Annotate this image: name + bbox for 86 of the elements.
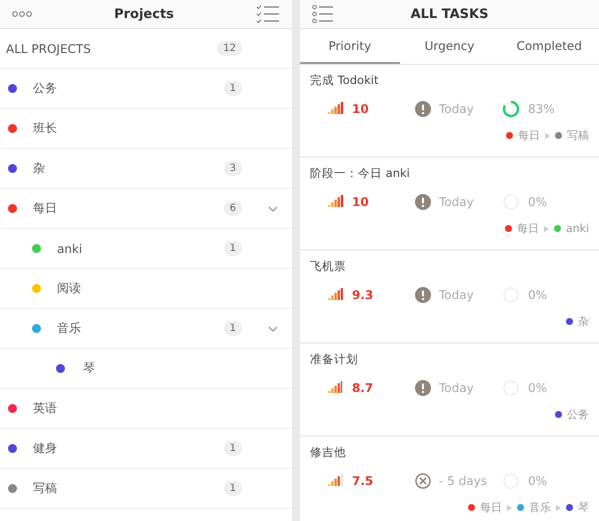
more-icon[interactable]: [12, 11, 32, 17]
checklist-icon[interactable]: [256, 5, 280, 23]
due-date: Today: [439, 195, 474, 209]
task-card[interactable]: 修吉他 7.5 - 5 days 0% 每日 音乐 琴: [300, 437, 599, 521]
separator-arrow-icon: [545, 132, 550, 138]
list-icon[interactable]: [312, 5, 334, 23]
panel-title: Projects: [114, 6, 174, 22]
task-count: 1: [224, 321, 242, 336]
signal-bars-icon: [328, 195, 344, 209]
task-title: 完成 Todokit: [310, 73, 380, 88]
priority-score: 7.5: [352, 474, 374, 488]
due-date: Today: [439, 381, 474, 395]
priority-score: 9.3: [352, 288, 374, 302]
progress-percent: 0%: [528, 195, 548, 209]
project-name: 健身: [33, 440, 58, 457]
project-name: 英语: [33, 400, 58, 417]
project-row[interactable]: 琴: [0, 349, 292, 389]
task-card[interactable]: 完成 Todokit 10 Today 83% 每日 写稿: [300, 65, 599, 158]
task-count: 12: [217, 41, 242, 56]
project-row[interactable]: 杂 3: [0, 149, 292, 189]
task-title: 飞机票: [310, 259, 347, 274]
project-row[interactable]: 阅读: [0, 269, 292, 309]
project-name: 每日: [33, 200, 58, 217]
project-name: 公务: [33, 80, 58, 97]
task-count: 1: [224, 81, 242, 96]
project-row[interactable]: 班长: [0, 109, 292, 149]
signal-bars-icon: [328, 381, 344, 395]
progress-percent: 0%: [528, 474, 548, 488]
panel-title: ALL TASKS: [410, 6, 488, 22]
task-title: 修吉他: [310, 445, 347, 460]
project-name: 公务: [567, 407, 589, 422]
task-card[interactable]: 阶段一：今日 anki 10 Today 0% 每日 anki: [300, 158, 599, 251]
progress-percent: 0%: [528, 381, 548, 395]
project-name: 阅读: [57, 280, 82, 297]
task-title: 准备计划: [310, 352, 359, 367]
project-name: 音乐: [529, 500, 551, 515]
task-card[interactable]: 飞机票 9.3 Today 0% 杂: [300, 251, 599, 344]
project-name: 班长: [33, 120, 58, 137]
project-name: 每日: [480, 500, 502, 515]
project-row[interactable]: 音乐 1: [0, 309, 292, 349]
due-date: Today: [439, 102, 474, 116]
project-row[interactable]: 英语: [0, 389, 292, 429]
priority-score: 8.7: [352, 381, 374, 395]
task-card[interactable]: 准备计划 8.7 Today 0% 公务: [300, 344, 599, 437]
project-name: 每日: [518, 128, 540, 143]
all-projects-row[interactable]: ALL PROJECTS 12: [0, 29, 292, 69]
progress-ring: [502, 100, 520, 118]
project-name: 杂: [578, 314, 589, 329]
signal-bars-icon: [328, 102, 344, 116]
task-count: 1: [224, 441, 242, 456]
progress-percent: 83%: [528, 102, 555, 116]
project-row[interactable]: 健身 1: [0, 429, 292, 469]
project-row[interactable]: 公务 1: [0, 69, 292, 109]
progress-percent: 0%: [528, 288, 548, 302]
chevron-down-icon[interactable]: [268, 326, 278, 332]
tab[interactable]: Urgency: [400, 29, 500, 64]
task-count: 3: [224, 161, 242, 176]
project-row[interactable]: 写稿 1: [0, 469, 292, 509]
all-projects-label: ALL PROJECTS: [6, 42, 92, 56]
priority-score: 10: [352, 195, 369, 209]
project-name: 琴: [578, 500, 589, 515]
chevron-down-icon[interactable]: [268, 206, 278, 212]
due-date: Today: [439, 288, 474, 302]
task-title: 阶段一：今日 anki: [310, 166, 411, 181]
project-name: 琴: [83, 360, 96, 377]
separator-arrow-icon: [544, 226, 549, 232]
signal-bars-icon: [328, 474, 344, 488]
due-date: - 5 days: [439, 474, 487, 488]
task-count: 1: [224, 241, 242, 256]
project-name: anki: [57, 242, 84, 256]
tab[interactable]: Completed: [499, 29, 599, 64]
project-row[interactable]: 每日 6: [0, 189, 292, 229]
tab[interactable]: Priority: [300, 29, 400, 64]
project-row[interactable]: anki 1: [0, 229, 292, 269]
project-name: 杂: [33, 160, 46, 177]
project-name: 每日: [516, 221, 539, 236]
task-count: 1: [224, 481, 242, 496]
project-name: 音乐: [57, 320, 82, 337]
separator-arrow-icon: [556, 504, 561, 510]
separator-arrow-icon: [507, 504, 512, 510]
task-count: 6: [224, 201, 242, 216]
signal-bars-icon: [328, 288, 344, 302]
priority-score: 10: [352, 102, 369, 116]
project-name: 写稿: [567, 128, 589, 143]
project-name: anki: [566, 222, 589, 235]
project-name: 写稿: [33, 480, 58, 497]
